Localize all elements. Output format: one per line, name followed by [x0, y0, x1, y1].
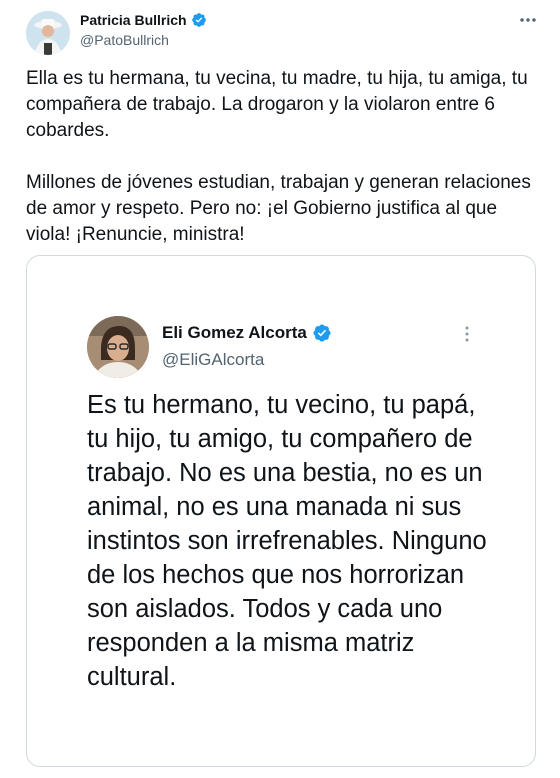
quoted-name-row: Eli Gomez Alcorta	[162, 323, 332, 343]
author-display-name[interactable]: Patricia Bullrich	[80, 12, 187, 28]
quoted-more-options-icon	[465, 326, 469, 342]
quoted-tweet-text: Es tu hermano, tu vecino, tu papá, tu hi…	[87, 391, 494, 691]
quoted-tweet-image[interactable]: Eli Gomez Alcorta @EliGAlcorta Es tu her…	[26, 255, 536, 767]
quoted-verified-badge-icon	[313, 324, 331, 342]
verified-badge-icon	[191, 13, 206, 27]
author-avatar[interactable]	[26, 11, 70, 55]
tweet-text-paragraph-1: Ella es tu hermana, tu vecina, tu madre,…	[26, 68, 533, 141]
quoted-handle: @EliGAlcorta	[162, 350, 265, 369]
quoted-avatar-image	[87, 316, 149, 378]
more-options-icon[interactable]	[518, 10, 538, 30]
author-avatar-image	[26, 11, 70, 55]
quoted-author-avatar	[87, 316, 149, 378]
tweet-text-paragraph-2: Millones de jóvenes estudian, trabajan y…	[26, 172, 537, 245]
author-name-row: Patricia Bullrich	[80, 12, 207, 28]
tweet: Patricia Bullrich @PatoBullrich Ella es …	[0, 0, 560, 778]
quoted-display-name: Eli Gomez Alcorta	[162, 323, 307, 342]
author-handle[interactable]: @PatoBullrich	[80, 32, 169, 48]
